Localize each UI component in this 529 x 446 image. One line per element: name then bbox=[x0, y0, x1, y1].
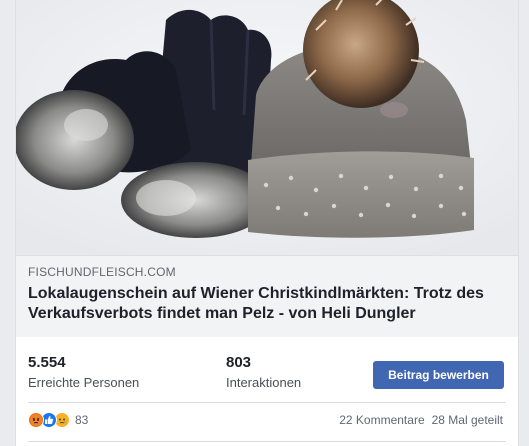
divider bbox=[28, 402, 506, 403]
post-card: FISCHUNDFLEISCH.COM Lokalaugenschein auf… bbox=[15, 0, 519, 446]
link-preview-image[interactable] bbox=[16, 0, 518, 255]
divider bbox=[28, 441, 506, 442]
page-background bbox=[519, 0, 529, 446]
shares-count-link[interactable]: 28 Mal geteilt bbox=[432, 413, 503, 427]
link-domain: FISCHUNDFLEISCH.COM bbox=[28, 265, 176, 279]
post-footer: 83 22 Kommentare 28 Mal geteilt bbox=[16, 405, 518, 435]
engagement-label: Interaktionen bbox=[226, 375, 302, 390]
link-title[interactable]: Lokalaugenschein auf Wiener Christkindlm… bbox=[28, 284, 506, 324]
boost-post-button[interactable]: Beitrag bewerben bbox=[373, 361, 504, 389]
link-meta[interactable]: FISCHUNDFLEISCH.COM Lokalaugenschein auf… bbox=[16, 255, 518, 337]
reach-label: Erreichte Personen bbox=[28, 375, 140, 390]
engagement-stat: 803 Interaktionen bbox=[226, 354, 301, 392]
reach-stat: 5.554 Erreichte Personen bbox=[28, 354, 139, 392]
angry-icon bbox=[28, 412, 44, 428]
reactions-summary[interactable]: 83 bbox=[28, 411, 88, 429]
engagement-value: 803 bbox=[226, 354, 252, 371]
engagement-counts: 22 Kommentare 28 Mal geteilt bbox=[339, 413, 503, 427]
reaction-count: 83 bbox=[75, 413, 89, 427]
reach-value: 5.554 bbox=[28, 354, 66, 371]
comments-count-link[interactable]: 22 Kommentare bbox=[339, 413, 424, 427]
link-preview[interactable]: FISCHUNDFLEISCH.COM Lokalaugenschein auf… bbox=[16, 0, 518, 337]
post-insights: 5.554 Erreichte Personen 803 Interaktion… bbox=[16, 346, 518, 398]
